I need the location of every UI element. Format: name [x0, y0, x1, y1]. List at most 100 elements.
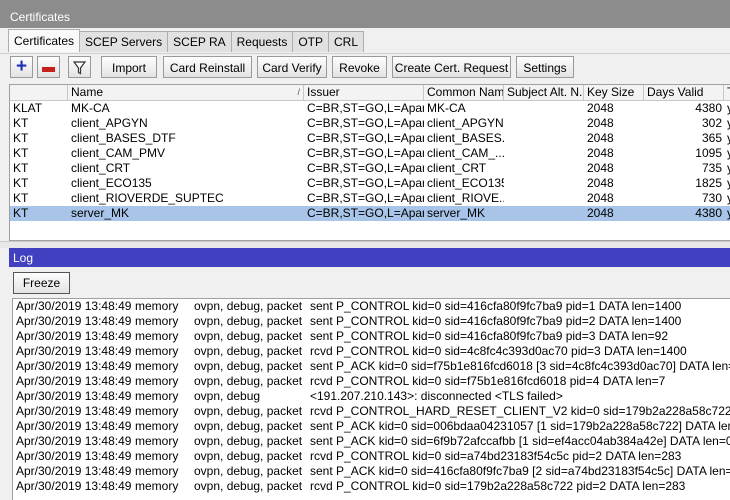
- add-button[interactable]: +: [10, 56, 33, 78]
- log-topics: ovpn, debug, packet: [194, 314, 303, 328]
- log-time: Apr/30/2019 13:48:49: [16, 434, 132, 448]
- column-header-issuer[interactable]: Issuer: [304, 85, 424, 100]
- log-message: sent P_ACK kid=0 sid=f75b1e816fcd6018 [3…: [310, 359, 730, 373]
- sort-icon: /: [297, 87, 300, 97]
- column-header-name-label: Name: [71, 85, 104, 99]
- log-topics: ovpn, debug, packet: [194, 329, 303, 343]
- log-message: rcvd P_CONTROL_HARD_RESET_CLIENT_V2 kid=…: [310, 404, 730, 418]
- pane-splitter[interactable]: [0, 241, 730, 248]
- log-entry[interactable]: Apr/30/2019 13:48:49 memory ovpn, debug, p…: [13, 299, 730, 314]
- import-button[interactable]: Import: [101, 56, 157, 78]
- log-entry[interactable]: Apr/30/2019 13:48:49 memory ovpn, debug <19…: [13, 389, 730, 404]
- table-cell: 2048: [587, 191, 614, 205]
- log-time: Apr/30/2019 13:48:49: [16, 449, 132, 463]
- table-row[interactable]: KT client_CRT C=BR,ST=GO,L=Apar... client_C…: [10, 161, 730, 176]
- log-time: Apr/30/2019 13:48:49: [16, 374, 132, 388]
- column-header-days-valid[interactable]: Days Valid: [644, 85, 724, 100]
- log-time: Apr/30/2019 13:48:49: [16, 359, 132, 373]
- column-header-subject-alt-name[interactable]: Subject Alt. N...: [504, 85, 584, 100]
- table-cell: [504, 146, 584, 161]
- tab-certificates[interactable]: Certificates: [8, 29, 81, 52]
- table-cell: C=BR,ST=GO,L=Apar...: [307, 191, 424, 205]
- tab-bar: Certificates SCEP Servers SCEP RA Reques…: [8, 29, 365, 53]
- plus-icon: +: [15, 56, 28, 77]
- log-message: <191.207.210.143>: disconnected <TLS fai…: [310, 389, 563, 403]
- log-entry[interactable]: Apr/30/2019 13:48:49 memory ovpn, debug, p…: [13, 359, 730, 374]
- log-time: Apr/30/2019 13:48:49: [16, 389, 132, 403]
- log-entry[interactable]: Apr/30/2019 13:48:49 memory ovpn, debug, p…: [13, 479, 730, 494]
- log-entry[interactable]: Apr/30/2019 13:48:49 memory ovpn, debug, p…: [13, 404, 730, 419]
- table-row[interactable]: KT client_APGYN C=BR,ST=GO,L=Apar... client…: [10, 116, 730, 131]
- log-list: Apr/30/2019 13:48:49 memory ovpn, debug, p…: [12, 298, 730, 500]
- log-entry[interactable]: Apr/30/2019 13:48:49 memory ovpn, debug, p…: [13, 419, 730, 434]
- table-row[interactable]: KT client_ECO135 C=BR,ST=GO,L=Apar... clien…: [10, 176, 730, 191]
- log-buffer: memory: [135, 464, 179, 478]
- create-cert-request-button[interactable]: Create Cert. Request: [392, 56, 511, 78]
- log-message: sent P_CONTROL kid=0 sid=416cfa80f9fc7ba…: [310, 299, 682, 313]
- table-row[interactable]: KT client_BASES_DTF C=BR,ST=GO,L=Apar... cl…: [10, 131, 730, 146]
- table-cell: y: [724, 116, 730, 131]
- remove-button[interactable]: [37, 56, 60, 78]
- card-verify-button[interactable]: Card Verify: [257, 56, 327, 78]
- log-entry[interactable]: Apr/30/2019 13:48:49 memory ovpn, debug, p…: [13, 329, 730, 344]
- log-time: Apr/30/2019 13:48:49: [16, 299, 132, 313]
- table-cell: 365: [701, 131, 722, 145]
- log-title: Log: [13, 251, 34, 265]
- settings-button[interactable]: Settings: [516, 56, 574, 78]
- table-cell: C=BR,ST=GO,L=Apar...: [307, 161, 424, 175]
- table-row[interactable]: KT client_RIOVERDE_SUPTEC C=BR,ST=GO,L=Apa…: [10, 191, 730, 206]
- table-row[interactable]: KT client_CAM_PMV C=BR,ST=GO,L=Apar... clie…: [10, 146, 730, 161]
- card-reinstall-button[interactable]: Card Reinstall: [163, 56, 252, 78]
- log-entry[interactable]: Apr/30/2019 13:48:49 memory ovpn, debug, p…: [13, 464, 730, 479]
- log-buffer: memory: [135, 329, 179, 343]
- log-entry[interactable]: Apr/30/2019 13:48:49 memory ovpn, debug, p…: [13, 314, 730, 329]
- log-entry[interactable]: Apr/30/2019 13:48:49 memory ovpn, debug, p…: [13, 374, 730, 389]
- log-topics: ovpn, debug, packet: [194, 344, 303, 358]
- tab-scep-ra[interactable]: SCEP RA: [167, 31, 232, 52]
- filter-button[interactable]: [68, 56, 91, 78]
- table-cell: 2048: [587, 206, 614, 220]
- tab-requests[interactable]: Requests: [230, 31, 294, 52]
- column-header-key-size[interactable]: Key Size: [584, 85, 644, 100]
- log-entry[interactable]: Apr/30/2019 13:48:49 memory ovpn, debug, p…: [13, 449, 730, 464]
- column-header-common-name[interactable]: Common Name: [424, 85, 504, 100]
- table-cell: KT: [13, 161, 29, 175]
- column-header-name[interactable]: Name /: [68, 85, 304, 100]
- log-message: rcvd P_CONTROL kid=0 sid=a74bd23183f54c5…: [310, 449, 682, 463]
- log-time: Apr/30/2019 13:48:49: [16, 419, 132, 433]
- table-cell: client_ECO135: [427, 176, 504, 190]
- log-buffer: memory: [135, 389, 179, 403]
- log-buffer: memory: [135, 374, 179, 388]
- freeze-button[interactable]: Freeze: [13, 272, 70, 294]
- log-topics: ovpn, debug, packet: [194, 464, 303, 478]
- log-entry[interactable]: Apr/30/2019 13:48:49 memory ovpn, debug, p…: [13, 434, 730, 449]
- log-buffer: memory: [135, 419, 179, 433]
- log-buffer: memory: [135, 359, 179, 373]
- table-cell: client_CAM_...: [427, 146, 504, 160]
- table-cell: C=BR,ST=GO,L=Apar...: [307, 206, 424, 220]
- column-header-t[interactable]: T: [724, 85, 730, 100]
- log-entry[interactable]: Apr/30/2019 13:48:49 memory ovpn, debug, p…: [13, 344, 730, 359]
- table-cell: 2048: [587, 146, 614, 160]
- log-title-bar: Log: [9, 248, 730, 267]
- log-message: sent P_CONTROL kid=0 sid=416cfa80f9fc7ba…: [310, 329, 668, 343]
- table-cell: client_CRT: [71, 161, 131, 175]
- table-row[interactable]: KT server_MK C=BR,ST=GO,L=Apar... server_MK…: [10, 206, 730, 221]
- window-title: Certificates: [10, 10, 71, 24]
- table-cell: 730: [701, 191, 722, 205]
- tab-otp[interactable]: OTP: [292, 31, 330, 52]
- table-row[interactable]: KLAT MK-CA C=BR,ST=GO,L=Apar... MK-CA 2048 43…: [10, 101, 730, 116]
- table-cell: [504, 176, 584, 191]
- log-topics: ovpn, debug, packet: [194, 419, 303, 433]
- table-cell: KT: [13, 206, 29, 220]
- window-title-bar: Certificates: [0, 0, 730, 28]
- tab-scep-servers[interactable]: SCEP Servers: [79, 31, 169, 52]
- table-cell: C=BR,ST=GO,L=Apar...: [307, 101, 424, 115]
- table-cell: client_APGYN: [427, 116, 504, 130]
- tab-crl[interactable]: CRL: [328, 31, 365, 52]
- log-buffer: memory: [135, 434, 179, 448]
- revoke-button[interactable]: Revoke: [332, 56, 387, 78]
- column-header-flags[interactable]: [10, 85, 68, 100]
- log-message: rcvd P_CONTROL kid=0 sid=f75b1e816fcd601…: [310, 374, 666, 388]
- log-time: Apr/30/2019 13:48:49: [16, 329, 132, 343]
